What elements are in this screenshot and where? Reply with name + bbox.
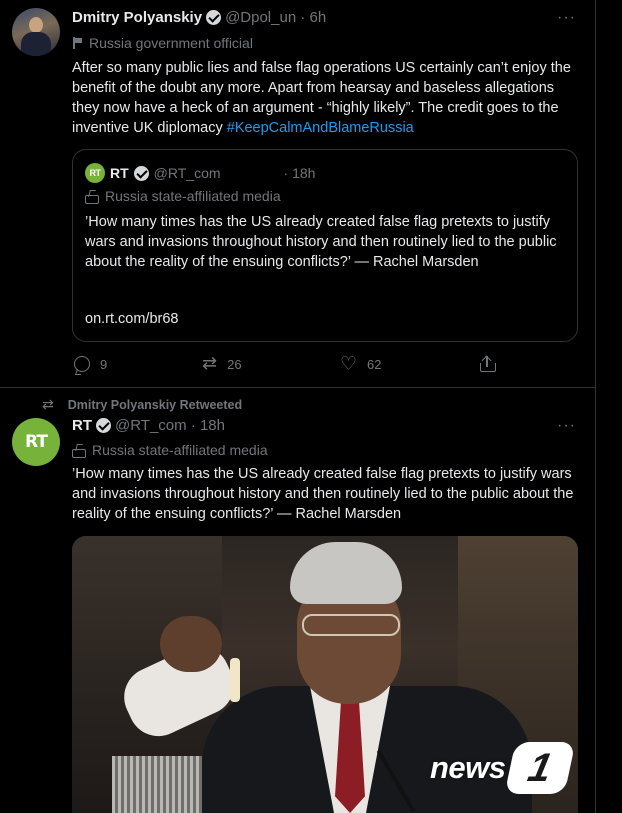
retweet-icon: ⇄ <box>42 397 54 413</box>
retweeted-by-text: Dmitry Polyanskiy Retweeted <box>67 398 243 412</box>
label-text: Russia state-affiliated media <box>105 188 281 204</box>
author-name[interactable]: RT <box>72 417 92 434</box>
flag-icon <box>72 37 83 49</box>
quote-author-name: RT <box>110 165 129 181</box>
reply-button[interactable]: 9 <box>74 356 107 372</box>
tweet-text: After so many public lies and false flag… <box>72 58 572 138</box>
like-button[interactable]: ♡ 62 <box>340 353 382 375</box>
share-button[interactable] <box>480 355 496 372</box>
tweet-polyanskiy[interactable]: Dmitry Polyanskiy @Dpol_un · 6h ··· Russ… <box>0 0 596 388</box>
avatar[interactable] <box>12 8 60 56</box>
label-text: Russia government official <box>89 35 253 51</box>
watermark-text: news <box>430 750 506 785</box>
more-options-icon[interactable]: ··· <box>557 417 576 435</box>
state-media-icon <box>85 190 99 204</box>
verified-badge-icon <box>96 418 111 433</box>
government-label[interactable]: Russia government official <box>72 35 253 51</box>
quote-header: RT RT @RT_com · 18h <box>85 163 315 183</box>
quote-avatar[interactable]: RT <box>85 163 105 183</box>
heart-icon: ♡ <box>340 353 358 375</box>
rt-logo-text: RT <box>89 168 102 178</box>
avatar-head <box>29 17 43 33</box>
timeline: Dmitry Polyanskiy @Dpol_un · 6h ··· Russ… <box>0 0 596 813</box>
label-text: Russia state-affiliated media <box>92 442 268 458</box>
reply-count: 9 <box>100 356 108 372</box>
watermark-badge-text: 1 <box>523 745 556 790</box>
watermark-badge: 1 <box>504 742 576 794</box>
photo-vial <box>230 658 240 702</box>
reply-icon <box>74 356 90 372</box>
tweet-header: RT @RT_com · 18h <box>72 417 225 434</box>
like-count: 62 <box>367 356 382 372</box>
more-options-icon[interactable]: ··· <box>557 9 576 27</box>
photo-glasses <box>302 614 400 636</box>
photo-hair <box>290 542 402 604</box>
rt-logo-text: RT <box>25 432 48 452</box>
photo-blinds <box>112 756 202 813</box>
retweeted-by[interactable]: ⇄ Dmitry Polyanskiy Retweeted <box>42 397 242 413</box>
quote-time: · 18h <box>283 165 316 181</box>
tweet-text: ’How many times has the US already creat… <box>72 466 574 522</box>
handle-time[interactable]: @Dpol_un · 6h <box>225 9 326 26</box>
retweet-icon: ⇄ <box>202 353 218 374</box>
tweet-actions: 9 ⇄ 26 ♡ 62 <box>72 353 512 376</box>
retweet-button[interactable]: ⇄ 26 <box>202 353 242 374</box>
verified-badge-icon <box>133 165 149 181</box>
photo-hand <box>160 616 222 672</box>
state-media-icon <box>72 444 86 458</box>
author-name[interactable]: Dmitry Polyanskiy <box>72 9 202 26</box>
quoted-tweet[interactable]: RT RT @RT_com · 18h Russia state-affilia… <box>72 149 578 342</box>
avatar-body <box>21 32 51 56</box>
state-media-label[interactable]: Russia state-affiliated media <box>72 442 268 458</box>
news1-watermark: news 1 <box>430 742 576 794</box>
handle-time[interactable]: @RT_com · 18h <box>115 417 225 434</box>
quote-state-media-label[interactable]: Russia state-affiliated media <box>85 188 281 204</box>
quote-link[interactable]: on.rt.com/br68 <box>85 311 179 327</box>
quote-handle: @RT_com <box>153 165 221 181</box>
hashtag-link[interactable]: #KeepCalmAndBlameRussia <box>227 120 414 136</box>
tweet-header: Dmitry Polyanskiy @Dpol_un · 6h <box>72 9 326 26</box>
retweet-count: 26 <box>227 356 242 372</box>
share-icon <box>480 355 496 372</box>
verified-badge-icon <box>206 10 222 25</box>
avatar[interactable]: RT <box>12 418 60 466</box>
quote-text: ’How many times has the US already creat… <box>85 214 557 270</box>
